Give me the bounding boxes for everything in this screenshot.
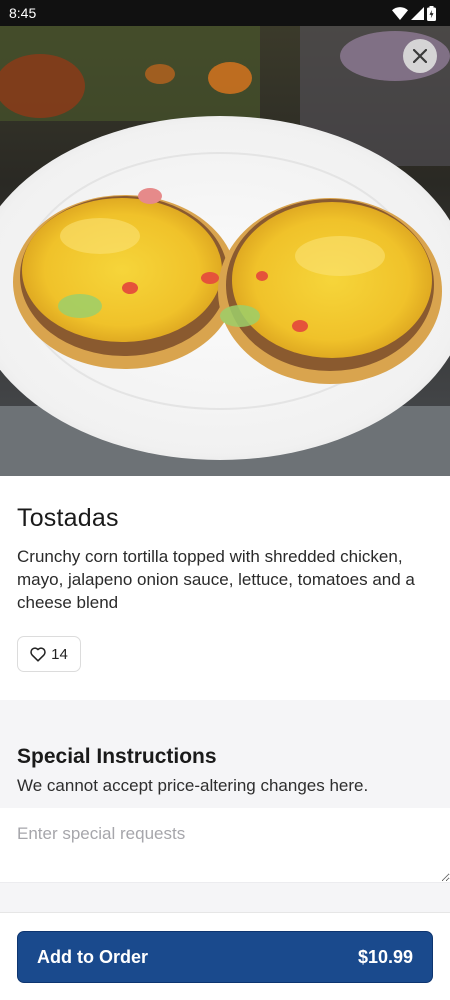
status-bar: 8:45: [0, 0, 450, 26]
item-description: Crunchy corn tortilla topped with shredd…: [17, 547, 415, 612]
special-instructions-title: Special Instructions: [17, 745, 217, 768]
special-instructions-subtitle: We cannot accept price-altering changes …: [17, 776, 369, 795]
cell-signal-icon: [411, 6, 424, 20]
item-photo: [0, 26, 450, 476]
wifi-icon: [392, 6, 408, 20]
close-icon: [413, 49, 427, 63]
section-divider: [0, 882, 450, 912]
add-to-order-button[interactable]: Add to Order $10.99: [17, 931, 433, 983]
status-icons: [392, 5, 436, 21]
item-info: Tostadas Crunchy corn tortilla topped wi…: [17, 476, 437, 614]
close-button[interactable]: [403, 39, 437, 73]
like-button[interactable]: 14: [17, 636, 81, 672]
heart-icon: [30, 646, 46, 662]
tostadas-photo: [0, 26, 450, 476]
like-count: 14: [51, 645, 68, 663]
battery-icon: [427, 5, 436, 21]
status-time: 8:45: [9, 5, 37, 21]
order-price: $10.99: [357, 946, 413, 967]
add-to-order-label: Add to Order: [37, 946, 148, 967]
item-name: Tostadas: [17, 504, 119, 532]
special-requests-input[interactable]: [0, 808, 450, 882]
